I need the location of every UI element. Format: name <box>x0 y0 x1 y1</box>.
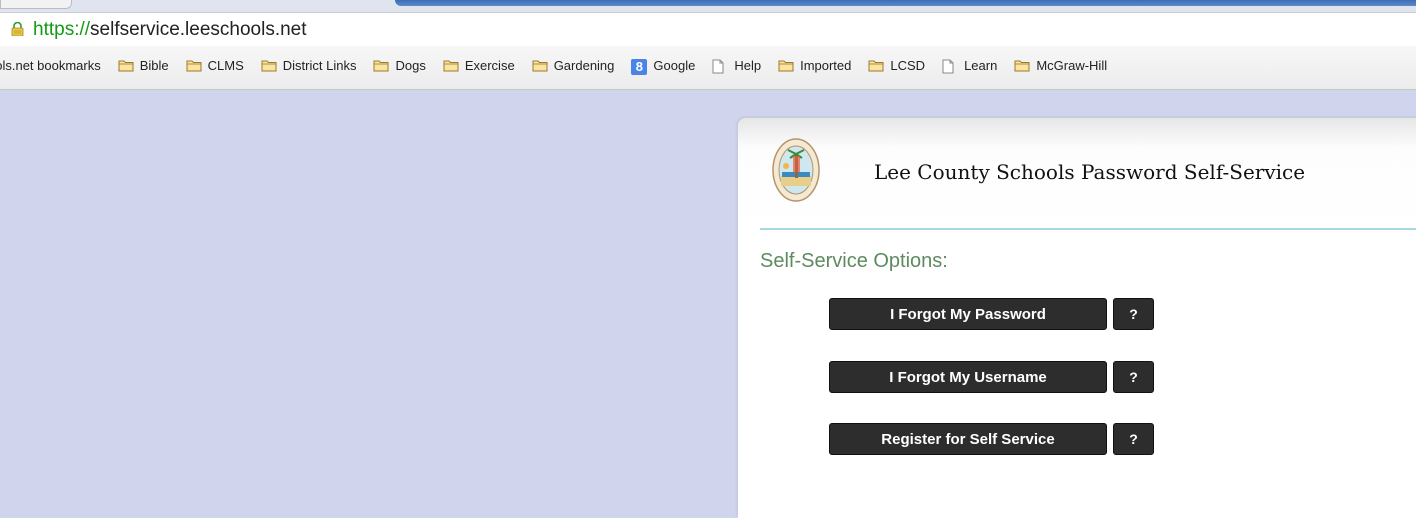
folder-icon <box>118 59 134 73</box>
bookmark-item[interactable]: Learn <box>942 58 997 73</box>
bookmark-label: Learn <box>964 58 998 73</box>
tab-strip <box>0 0 1416 12</box>
forgot-password-button[interactable]: I Forgot My Password <box>829 298 1107 330</box>
bookmark-label: ools.net bookmarks <box>0 58 101 73</box>
options-heading: Self-Service Options: <box>760 250 948 272</box>
bookmark-label: Gardening <box>553 58 615 73</box>
bookmark-label: Bible <box>139 58 169 73</box>
page-icon <box>712 59 728 73</box>
forgot-username-help-button[interactable]: ? <box>1113 361 1154 393</box>
self-service-panel: Lee County Schools Password Self-Service… <box>738 118 1416 518</box>
address-bar[interactable]: https://selfservice.leeschools.net <box>0 12 1416 47</box>
bookmark-item[interactable]: Gardening <box>532 58 615 73</box>
folder-icon <box>532 59 548 73</box>
active-browser-tab[interactable] <box>395 0 1416 6</box>
bookmark-label: District Links <box>282 58 357 73</box>
page-title: Lee County Schools Password Self-Service <box>874 160 1306 184</box>
bookmarks-bar: ools.net bookmarks Bible CLMS District Link… <box>0 46 1416 90</box>
bookmark-item[interactable]: ools.net bookmarks <box>0 58 101 73</box>
folder-icon <box>778 59 794 73</box>
register-help-button[interactable]: ? <box>1113 423 1154 455</box>
school-district-seal-icon <box>772 138 820 202</box>
url-host: selfservice.leeschools.net <box>90 19 307 40</box>
bookmark-item[interactable]: Help <box>712 58 761 73</box>
bookmark-item[interactable]: LCSD <box>868 58 925 73</box>
bookmark-item[interactable]: Imported <box>778 58 851 73</box>
bookmark-item[interactable]: Dogs <box>373 58 426 73</box>
folder-icon <box>261 59 277 73</box>
bookmark-label: Google <box>653 58 696 73</box>
google-icon: 8 <box>631 58 648 75</box>
bookmark-item[interactable]: Exercise <box>443 58 515 73</box>
forgot-password-help-button[interactable]: ? <box>1113 298 1154 330</box>
google-glyph: 8 <box>631 58 648 75</box>
bookmark-item[interactable]: District Links <box>261 58 357 73</box>
url-protocol: https:// <box>33 19 91 40</box>
folder-icon <box>443 59 459 73</box>
folder-icon <box>373 59 389 73</box>
header-divider <box>760 228 1416 230</box>
folder-icon <box>868 59 884 73</box>
lock-icon <box>11 22 24 36</box>
bookmark-label: LCSD <box>890 58 926 73</box>
bookmark-label: Dogs <box>395 58 426 73</box>
bookmark-label: Help <box>734 58 762 73</box>
bookmark-item[interactable]: Bible <box>118 58 169 73</box>
bookmark-label: Imported <box>800 58 852 73</box>
bookmark-item[interactable]: McGraw-Hill <box>1014 58 1107 73</box>
register-self-service-button[interactable]: Register for Self Service <box>829 423 1107 455</box>
bookmark-item[interactable]: 8 Google <box>631 58 696 75</box>
bookmark-label: Exercise <box>464 58 515 73</box>
page-background: Lee County Schools Password Self-Service… <box>0 90 1416 518</box>
bookmark-label: CLMS <box>207 58 244 73</box>
folder-icon <box>186 59 202 73</box>
folder-icon <box>1014 59 1030 73</box>
browser-tab[interactable] <box>0 0 72 9</box>
url-text[interactable]: https://selfservice.leeschools.net <box>33 19 307 41</box>
forgot-username-button[interactable]: I Forgot My Username <box>829 361 1107 393</box>
bookmark-item[interactable]: CLMS <box>186 58 244 73</box>
bookmark-label: McGraw-Hill <box>1036 58 1108 73</box>
page-icon <box>942 59 958 73</box>
